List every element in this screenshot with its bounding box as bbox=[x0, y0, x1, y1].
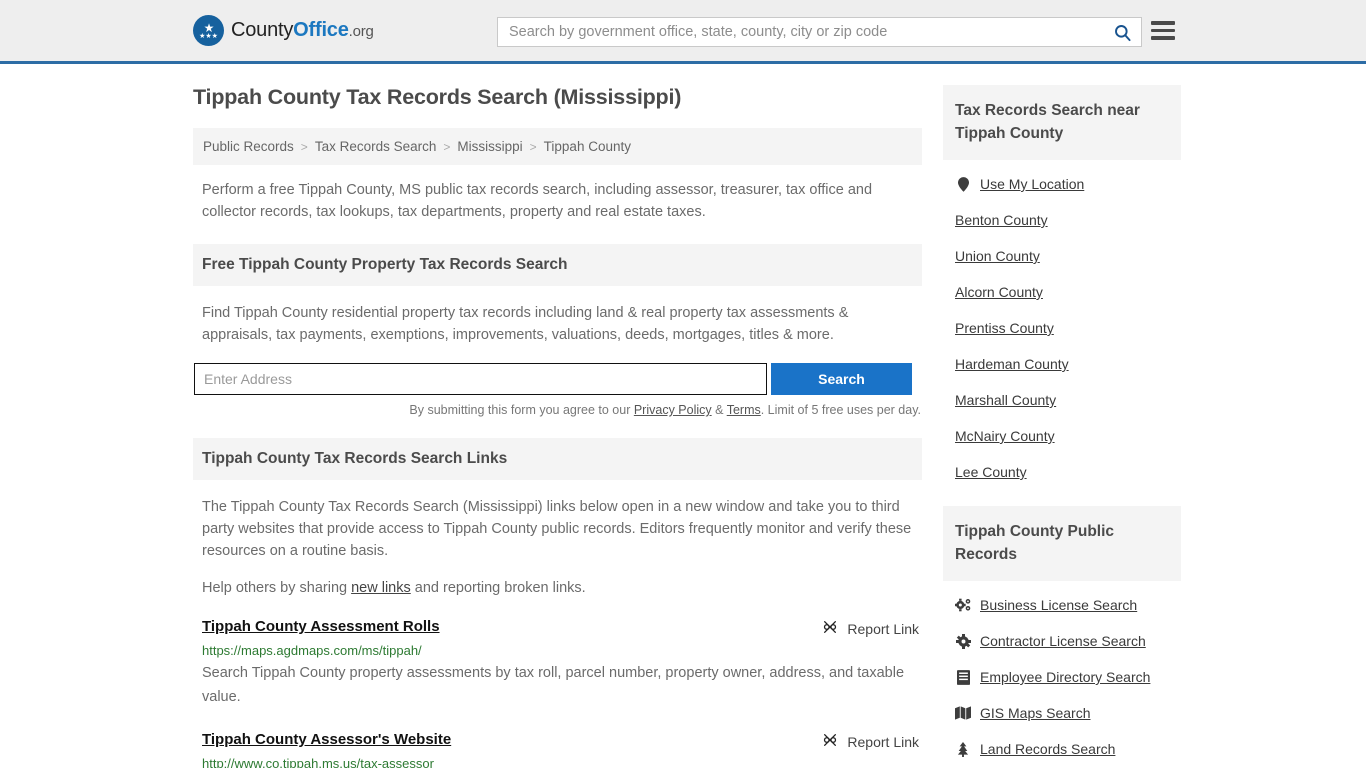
sidebar-link-label[interactable]: Alcorn County bbox=[955, 284, 1043, 300]
intro-paragraph: Perform a free Tippah County, MS public … bbox=[202, 182, 873, 220]
sidebar-item-marshall-county[interactable]: Marshall County bbox=[943, 382, 1181, 418]
help-prefix: Help others by sharing bbox=[202, 580, 352, 596]
sidebar-link-label[interactable]: Business License Search bbox=[980, 597, 1137, 613]
page-title: Tippah County Tax Records Search (Missis… bbox=[193, 85, 682, 109]
breadcrumb-item-public-records[interactable]: Public Records bbox=[203, 139, 294, 154]
brand-part-2: Office bbox=[293, 19, 349, 41]
result-description: Search Tippah County property assessment… bbox=[202, 665, 905, 705]
help-share-text: Help others by sharing new links and rep… bbox=[202, 577, 914, 599]
report-link-label: Report Link bbox=[847, 620, 919, 637]
eagle-seal-icon: ★ ★★★ bbox=[193, 15, 224, 46]
report-link-label: Report Link bbox=[847, 733, 919, 750]
sidebar-item-land-records-search[interactable]: Land Records Search bbox=[943, 731, 1181, 767]
site-header: ★ ★★★ CountyOffice.org bbox=[0, 0, 1366, 64]
sidebar-link-label[interactable]: Lee County bbox=[955, 464, 1027, 480]
breadcrumb-separator: > bbox=[443, 139, 451, 154]
terms-link[interactable]: Terms bbox=[727, 403, 761, 417]
gears-icon bbox=[955, 598, 971, 612]
privacy-policy-link[interactable]: Privacy Policy bbox=[634, 403, 712, 417]
page-body: Tippah County Tax Records Search (Missis… bbox=[0, 64, 1366, 768]
main-column: Tippah County Tax Records Search (Missis… bbox=[193, 85, 922, 768]
search-icon[interactable] bbox=[1103, 18, 1141, 46]
tree-icon bbox=[955, 741, 971, 757]
result-title-link[interactable]: Tippah County Assessment Rolls bbox=[202, 618, 440, 635]
links-section-heading: Tippah County Tax Records Search Links bbox=[193, 438, 922, 480]
form-legal-text: By submitting this form you agree to our… bbox=[193, 403, 922, 417]
sidebar-item-use-my-location[interactable]: Use My Location bbox=[943, 166, 1181, 202]
sidebar-heading-public-records: Tippah County Public Records bbox=[943, 506, 1181, 581]
result-url: http://www.co.tippah.ms.us/tax-assessor bbox=[202, 756, 434, 768]
sidebar-item-union-county[interactable]: Union County bbox=[943, 238, 1181, 274]
legal-prefix: By submitting this form you agree to our bbox=[409, 403, 634, 417]
sidebar-link-label[interactable]: Marshall County bbox=[955, 392, 1056, 408]
gear-icon bbox=[955, 633, 971, 649]
breadcrumb-separator: > bbox=[529, 139, 537, 154]
sidebar-link-label[interactable]: Employee Directory Search bbox=[980, 669, 1150, 685]
sidebar-item-hardeman-county[interactable]: Hardeman County bbox=[943, 346, 1181, 382]
sidebar-link-label[interactable]: Use My Location bbox=[980, 176, 1084, 192]
sidebar-link-label[interactable]: GIS Maps Search bbox=[980, 705, 1091, 721]
sidebar-link-label[interactable]: Contractor License Search bbox=[980, 633, 1146, 649]
book-icon bbox=[955, 669, 971, 685]
sidebar-heading-near: Tax Records Search near Tippah County bbox=[943, 85, 1181, 160]
sidebar-item-gis-maps-search[interactable]: GIS Maps Search bbox=[943, 695, 1181, 731]
public-records-list: Business License Search Contractor Licen… bbox=[943, 587, 1181, 767]
free-search-description: Find Tippah County residential property … bbox=[202, 305, 849, 343]
sidebar-divider bbox=[943, 490, 1181, 506]
breadcrumb: Public Records > Tax Records Search > Mi… bbox=[193, 128, 922, 165]
free-search-heading: Free Tippah County Property Tax Records … bbox=[193, 244, 922, 286]
brand-part-3: .org bbox=[348, 23, 374, 40]
sidebar-item-mcnairy-county[interactable]: McNairy County bbox=[943, 418, 1181, 454]
sidebar-link-label[interactable]: Hardeman County bbox=[955, 356, 1069, 372]
help-suffix: and reporting broken links. bbox=[410, 580, 586, 596]
address-input[interactable] bbox=[194, 363, 767, 395]
sidebar-item-business-license-search[interactable]: Business License Search bbox=[943, 587, 1181, 623]
result-url: https://maps.agdmaps.com/ms/tippah/ bbox=[202, 643, 422, 658]
search-input[interactable] bbox=[498, 18, 1103, 46]
sidebar-link-label[interactable]: Benton County bbox=[955, 212, 1048, 228]
sidebar-item-benton-county[interactable]: Benton County bbox=[943, 202, 1181, 238]
sidebar-link-label[interactable]: McNairy County bbox=[955, 428, 1055, 444]
sidebar-item-lee-county[interactable]: Lee County bbox=[943, 454, 1181, 490]
nearby-county-list: Use My Location Benton County Union Coun… bbox=[943, 166, 1181, 490]
sidebar-link-label[interactable]: Union County bbox=[955, 248, 1040, 264]
sidebar-link-label[interactable]: Prentiss County bbox=[955, 320, 1054, 336]
report-link-button[interactable]: Report Link bbox=[822, 618, 922, 638]
broken-link-icon bbox=[822, 732, 838, 751]
map-icon bbox=[955, 706, 971, 720]
site-logo[interactable]: ★ ★★★ CountyOffice.org bbox=[193, 15, 374, 46]
link-header-row: Tippah County Assessor's Website Report … bbox=[202, 731, 922, 751]
breadcrumb-separator: > bbox=[300, 139, 308, 154]
breadcrumb-item-mississippi[interactable]: Mississippi bbox=[457, 139, 522, 154]
global-search[interactable] bbox=[497, 17, 1142, 47]
legal-suffix: . Limit of 5 free uses per day. bbox=[760, 403, 921, 417]
legal-amp: & bbox=[711, 403, 727, 417]
breadcrumb-item-tax-records-search[interactable]: Tax Records Search bbox=[315, 139, 437, 154]
list-item: Tippah County Assessment Rolls Report Li… bbox=[193, 618, 922, 709]
list-item: Tippah County Assessor's Website Report … bbox=[193, 731, 922, 768]
brand-part-1: County bbox=[231, 19, 294, 41]
links-section-paragraph: The Tippah County Tax Records Search (Mi… bbox=[202, 499, 912, 559]
broken-link-icon bbox=[822, 619, 838, 638]
breadcrumb-item-tippah-county[interactable]: Tippah County bbox=[544, 139, 631, 154]
sidebar-item-employee-directory-search[interactable]: Employee Directory Search bbox=[943, 659, 1181, 695]
sidebar: Tax Records Search near Tippah County Us… bbox=[943, 85, 1181, 768]
sidebar-item-contractor-license-search[interactable]: Contractor License Search bbox=[943, 623, 1181, 659]
link-header-row: Tippah County Assessment Rolls Report Li… bbox=[202, 618, 922, 638]
address-search-button[interactable]: Search bbox=[771, 363, 912, 395]
report-link-button[interactable]: Report Link bbox=[822, 731, 922, 751]
sidebar-item-alcorn-county[interactable]: Alcorn County bbox=[943, 274, 1181, 310]
result-title-link[interactable]: Tippah County Assessor's Website bbox=[202, 731, 451, 748]
hamburger-menu-icon[interactable] bbox=[1151, 21, 1175, 40]
address-search-form: Search bbox=[193, 363, 922, 395]
brand-text: CountyOffice.org bbox=[231, 19, 374, 42]
sidebar-item-prentiss-county[interactable]: Prentiss County bbox=[943, 310, 1181, 346]
sidebar-link-label[interactable]: Land Records Search bbox=[980, 741, 1115, 757]
map-pin-icon bbox=[955, 176, 971, 192]
new-links-link[interactable]: new links bbox=[351, 580, 411, 596]
